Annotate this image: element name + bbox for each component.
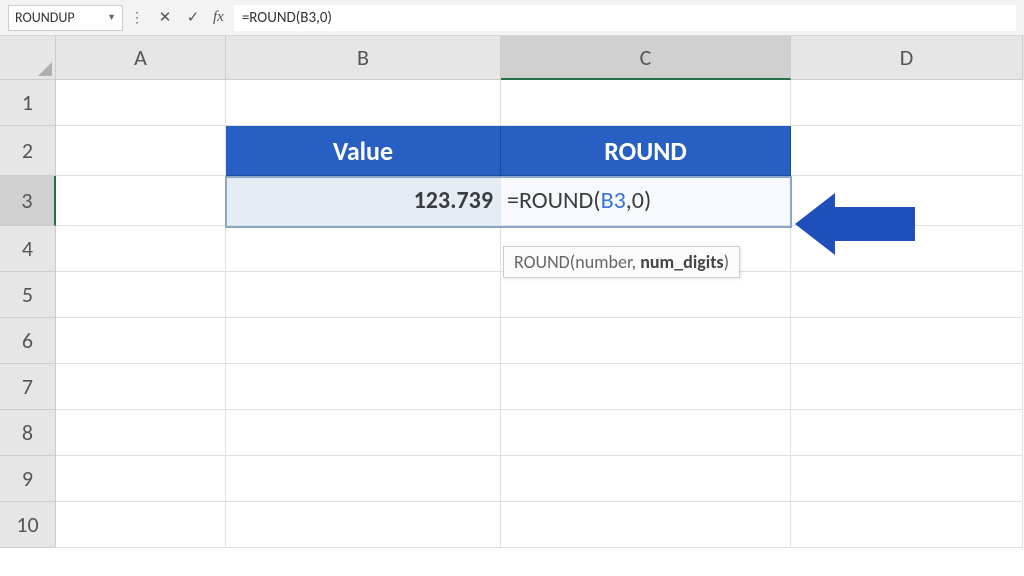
cell-d10[interactable] xyxy=(791,502,1023,548)
callout-arrow-icon xyxy=(830,207,915,241)
cell-c1[interactable] xyxy=(501,80,791,126)
formula-bar: ROUNDUP ▼ ⋮ ✕ ✓ fx =ROUND(B3,0) xyxy=(0,0,1024,36)
name-box[interactable]: ROUNDUP ▼ xyxy=(8,5,123,31)
col-header-a[interactable]: A xyxy=(56,36,226,80)
cell-c10[interactable] xyxy=(501,502,791,548)
column-headers: A B C D xyxy=(0,36,1024,80)
chevron-down-icon[interactable]: ▼ xyxy=(107,12,116,23)
row-header-4[interactable]: 4 xyxy=(0,226,56,272)
row-10: 10 xyxy=(0,502,1024,548)
row-header-7[interactable]: 7 xyxy=(0,364,56,410)
cell-b6[interactable] xyxy=(226,318,501,364)
cell-b2[interactable]: Value xyxy=(226,126,501,176)
cell-d2[interactable] xyxy=(791,126,1023,176)
cell-b3[interactable]: 123.739 xyxy=(226,176,501,226)
cell-c5[interactable] xyxy=(501,272,791,318)
formula-text-prefix: =ROUND( xyxy=(507,186,601,215)
row-6: 6 xyxy=(0,318,1024,364)
tooltip-func: ROUND xyxy=(514,251,570,273)
cell-b7[interactable] xyxy=(226,364,501,410)
cell-b10[interactable] xyxy=(226,502,501,548)
cell-c6[interactable] xyxy=(501,318,791,364)
cell-c8[interactable] xyxy=(501,410,791,456)
cell-a6[interactable] xyxy=(56,318,226,364)
cell-b5[interactable] xyxy=(226,272,501,318)
cell-d7[interactable] xyxy=(791,364,1023,410)
row-header-8[interactable]: 8 xyxy=(0,410,56,456)
formula-text-suffix: ,0) xyxy=(626,186,651,215)
row-header-6[interactable]: 6 xyxy=(0,318,56,364)
col-header-b[interactable]: B xyxy=(226,36,501,80)
row-header-2[interactable]: 2 xyxy=(0,126,56,176)
row-header-3[interactable]: 3 xyxy=(0,176,56,226)
select-all-corner[interactable] xyxy=(0,36,56,80)
cell-a1[interactable] xyxy=(56,80,226,126)
cell-a2[interactable] xyxy=(56,126,226,176)
cell-c9[interactable] xyxy=(501,456,791,502)
cell-a8[interactable] xyxy=(56,410,226,456)
tooltip-arg2[interactable]: num_digits xyxy=(640,251,723,273)
row-8: 8 xyxy=(0,410,1024,456)
cell-a7[interactable] xyxy=(56,364,226,410)
cell-b8[interactable] xyxy=(226,410,501,456)
cell-c7[interactable] xyxy=(501,364,791,410)
row-header-5[interactable]: 5 xyxy=(0,272,56,318)
cell-a3[interactable] xyxy=(56,176,226,226)
cell-d9[interactable] xyxy=(791,456,1023,502)
row-header-9[interactable]: 9 xyxy=(0,456,56,502)
cell-a10[interactable] xyxy=(56,502,226,548)
col-header-d[interactable]: D xyxy=(791,36,1023,80)
cell-b9[interactable] xyxy=(226,456,501,502)
name-box-expand[interactable]: ⋮ xyxy=(123,5,151,31)
row-header-1[interactable]: 1 xyxy=(0,80,56,126)
cell-b1[interactable] xyxy=(226,80,501,126)
cell-d5[interactable] xyxy=(791,272,1023,318)
row-header-10[interactable]: 10 xyxy=(0,502,56,548)
cancel-icon[interactable]: ✕ xyxy=(151,5,179,31)
cell-d1[interactable] xyxy=(791,80,1023,126)
spreadsheet-grid: A B C D 1 2 Value ROUND 3 123.739 =ROUND… xyxy=(0,36,1024,548)
cell-c3[interactable]: =ROUND(B3,0) xyxy=(501,176,791,226)
tooltip-arg1[interactable]: number xyxy=(575,251,631,273)
cell-b4[interactable] xyxy=(226,226,501,272)
row-5: 5 xyxy=(0,272,1024,318)
col-header-c[interactable]: C xyxy=(501,36,791,80)
row-2: 2 Value ROUND xyxy=(0,126,1024,176)
formula-input[interactable]: =ROUND(B3,0) xyxy=(234,5,1016,31)
enter-icon[interactable]: ✓ xyxy=(179,5,207,31)
cell-d8[interactable] xyxy=(791,410,1023,456)
cell-a9[interactable] xyxy=(56,456,226,502)
name-box-value: ROUNDUP xyxy=(15,9,75,26)
cell-a5[interactable] xyxy=(56,272,226,318)
row-7: 7 xyxy=(0,364,1024,410)
fx-icon[interactable]: fx xyxy=(213,9,224,26)
cell-c2[interactable]: ROUND xyxy=(501,126,791,176)
row-1: 1 xyxy=(0,80,1024,126)
row-9: 9 xyxy=(0,456,1024,502)
formula-cell-ref: B3 xyxy=(601,186,626,215)
cell-d6[interactable] xyxy=(791,318,1023,364)
cell-a4[interactable] xyxy=(56,226,226,272)
formula-tooltip: ROUND(number, num_digits) xyxy=(503,246,740,278)
